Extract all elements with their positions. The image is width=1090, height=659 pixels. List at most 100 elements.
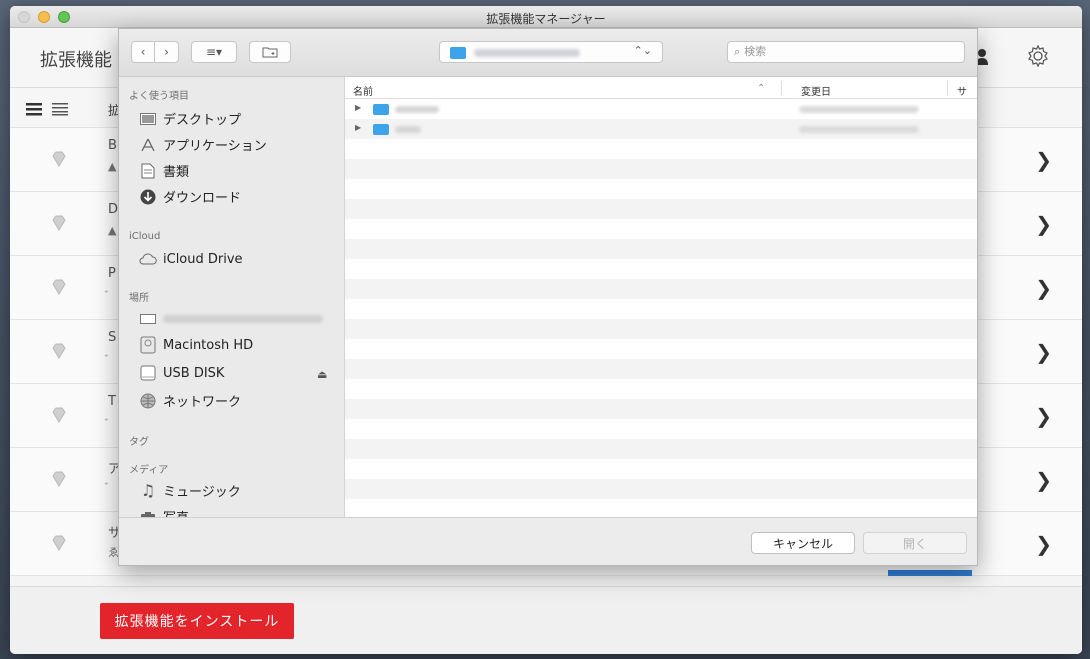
list-view-icon[interactable]	[26, 102, 42, 116]
page-title: 拡張機能	[40, 50, 112, 71]
open-button[interactable]: 開く	[863, 532, 967, 554]
sidebar-item-documents[interactable]: 書類	[139, 161, 189, 180]
location-popup[interactable]: ⌃⌄	[439, 41, 663, 63]
desktop-icon	[139, 111, 157, 127]
file-browser: 名前 ⌃ 変更日 サ ▶ ▶	[345, 77, 977, 517]
extension-name: P	[108, 266, 116, 281]
sidebar-item-label: ダウンロード	[163, 191, 242, 206]
sidebar-item-label: ミュージック	[163, 485, 241, 500]
extension-name: S	[108, 330, 117, 345]
sidebar-item-music[interactable]: ♫ ミュージック	[139, 481, 241, 500]
chevron-right-icon[interactable]: ❯	[1035, 532, 1052, 556]
chevron-right-icon[interactable]: ❯	[1035, 468, 1052, 492]
sidebar-item-computer[interactable]	[139, 311, 323, 327]
sidebar-item-label: 写真	[163, 507, 189, 517]
window-title: 拡張機能マネージャー	[486, 12, 606, 26]
column-divider[interactable]	[781, 81, 782, 95]
compact-list-icon[interactable]	[52, 102, 68, 116]
extension-status: ▲	[108, 160, 117, 173]
search-placeholder: 検索	[744, 45, 767, 58]
hard-drive-icon	[139, 336, 157, 354]
folder-icon	[373, 124, 389, 135]
disclosure-triangle-icon[interactable]: ▶	[355, 123, 361, 132]
disclosure-triangle-icon[interactable]: ▶	[355, 103, 361, 112]
extension-gem-icon	[52, 151, 66, 167]
extension-gem-icon	[52, 407, 66, 423]
sidebar-item-photos[interactable]: 写真	[139, 507, 189, 517]
downloads-icon	[139, 189, 157, 205]
chevron-right-icon: ›	[164, 45, 169, 59]
dialog-sidebar: よく使う項目 デスクトップ アプリケーション 書類 ダウンロード iCloud …	[119, 77, 345, 517]
sidebar-item-label: USB DISK	[163, 365, 225, 381]
music-note-icon: ♫	[140, 481, 156, 500]
column-divider[interactable]	[947, 81, 948, 95]
chevron-right-icon[interactable]: ❯	[1035, 404, 1052, 428]
folder-icon	[373, 104, 389, 115]
applications-icon	[139, 137, 157, 153]
sidebar-section-icloud: iCloud	[129, 231, 161, 242]
search-input[interactable]: ⌕ 検索	[727, 41, 965, 63]
file-date-redacted	[799, 126, 919, 133]
sidebar-item-icloud-drive[interactable]: iCloud Drive	[139, 251, 243, 267]
sidebar-item-label: iCloud Drive	[163, 251, 243, 267]
extension-name: B	[108, 138, 117, 153]
chevron-right-icon[interactable]: ❯	[1035, 276, 1052, 300]
extension-gem-icon	[52, 471, 66, 487]
sidebar-item-label: Macintosh HD	[163, 337, 254, 353]
file-row[interactable]: ▶	[345, 99, 977, 119]
chevron-right-icon[interactable]: ❯	[1035, 340, 1052, 364]
sidebar-item-applications[interactable]: アプリケーション	[139, 135, 267, 154]
dialog-toolbar: ‹ › ≡▾ ⌃⌄ ⌕ 検索	[119, 29, 977, 77]
computer-icon	[139, 311, 157, 327]
install-extension-button[interactable]: 拡張機能をインストール	[100, 603, 294, 639]
extension-gem-icon	[52, 215, 66, 231]
column-size-header[interactable]: サ	[957, 83, 967, 98]
column-date-header[interactable]: 変更日	[801, 83, 831, 98]
action-bar-accent	[888, 570, 972, 576]
view-mode-button[interactable]: ≡▾	[191, 41, 237, 63]
sidebar-section-places: 場所	[129, 293, 149, 304]
chevron-right-icon[interactable]: ❯	[1035, 212, 1052, 236]
extension-status: ▲	[108, 224, 117, 237]
sidebar-item-label: 書類	[163, 165, 190, 180]
file-name-redacted	[395, 106, 439, 113]
extension-name: T	[108, 394, 116, 409]
sidebar-item-macintosh-hd[interactable]: Macintosh HD	[139, 336, 254, 354]
computer-name-redacted	[163, 315, 323, 323]
chevron-left-icon: ‹	[140, 45, 146, 59]
new-folder-button[interactable]	[249, 41, 291, 63]
sidebar-item-usb-disk[interactable]: USB DISK	[139, 365, 224, 381]
gear-icon[interactable]	[1026, 44, 1050, 68]
camera-icon	[139, 509, 157, 517]
file-name-redacted	[395, 126, 421, 133]
sidebar-item-network[interactable]: ネットワーク	[139, 391, 241, 410]
file-row[interactable]: ▶	[345, 119, 977, 139]
back-button[interactable]: ‹	[131, 41, 155, 63]
sort-ascending-icon: ⌃	[757, 83, 766, 94]
extension-gem-icon	[52, 279, 66, 295]
sidebar-section-tags[interactable]: タグ	[129, 433, 149, 448]
extension-name: D	[108, 202, 119, 217]
cancel-button[interactable]: キャンセル	[751, 532, 855, 554]
column-header: 名前 ⌃ 変更日 サ	[345, 77, 977, 99]
sidebar-item-desktop[interactable]: デスクトップ	[139, 109, 241, 128]
file-list: ▶ ▶	[345, 99, 977, 517]
sidebar-item-label: デスクトップ	[163, 113, 242, 128]
external-drive-icon	[139, 365, 157, 381]
new-folder-icon	[262, 47, 278, 58]
sidebar-item-downloads[interactable]: ダウンロード	[139, 187, 241, 206]
eject-icon[interactable]: ⏏	[317, 368, 327, 381]
chevron-right-icon[interactable]: ❯	[1035, 148, 1052, 172]
documents-icon	[139, 163, 157, 179]
sidebar-section-favorites: よく使う項目	[129, 91, 189, 102]
file-date-redacted	[799, 106, 919, 113]
sidebar-section-media: メディア	[129, 465, 169, 476]
folder-icon	[450, 47, 466, 59]
forward-button[interactable]: ›	[155, 41, 179, 63]
app-footer: 拡張機能をインストール	[10, 586, 1082, 654]
extension-gem-icon	[52, 535, 66, 551]
extension-gem-icon	[52, 343, 66, 359]
column-name-header[interactable]: 名前	[353, 83, 373, 98]
sidebar-item-label: アプリケーション	[163, 139, 267, 154]
search-icon: ⌕	[734, 45, 741, 58]
